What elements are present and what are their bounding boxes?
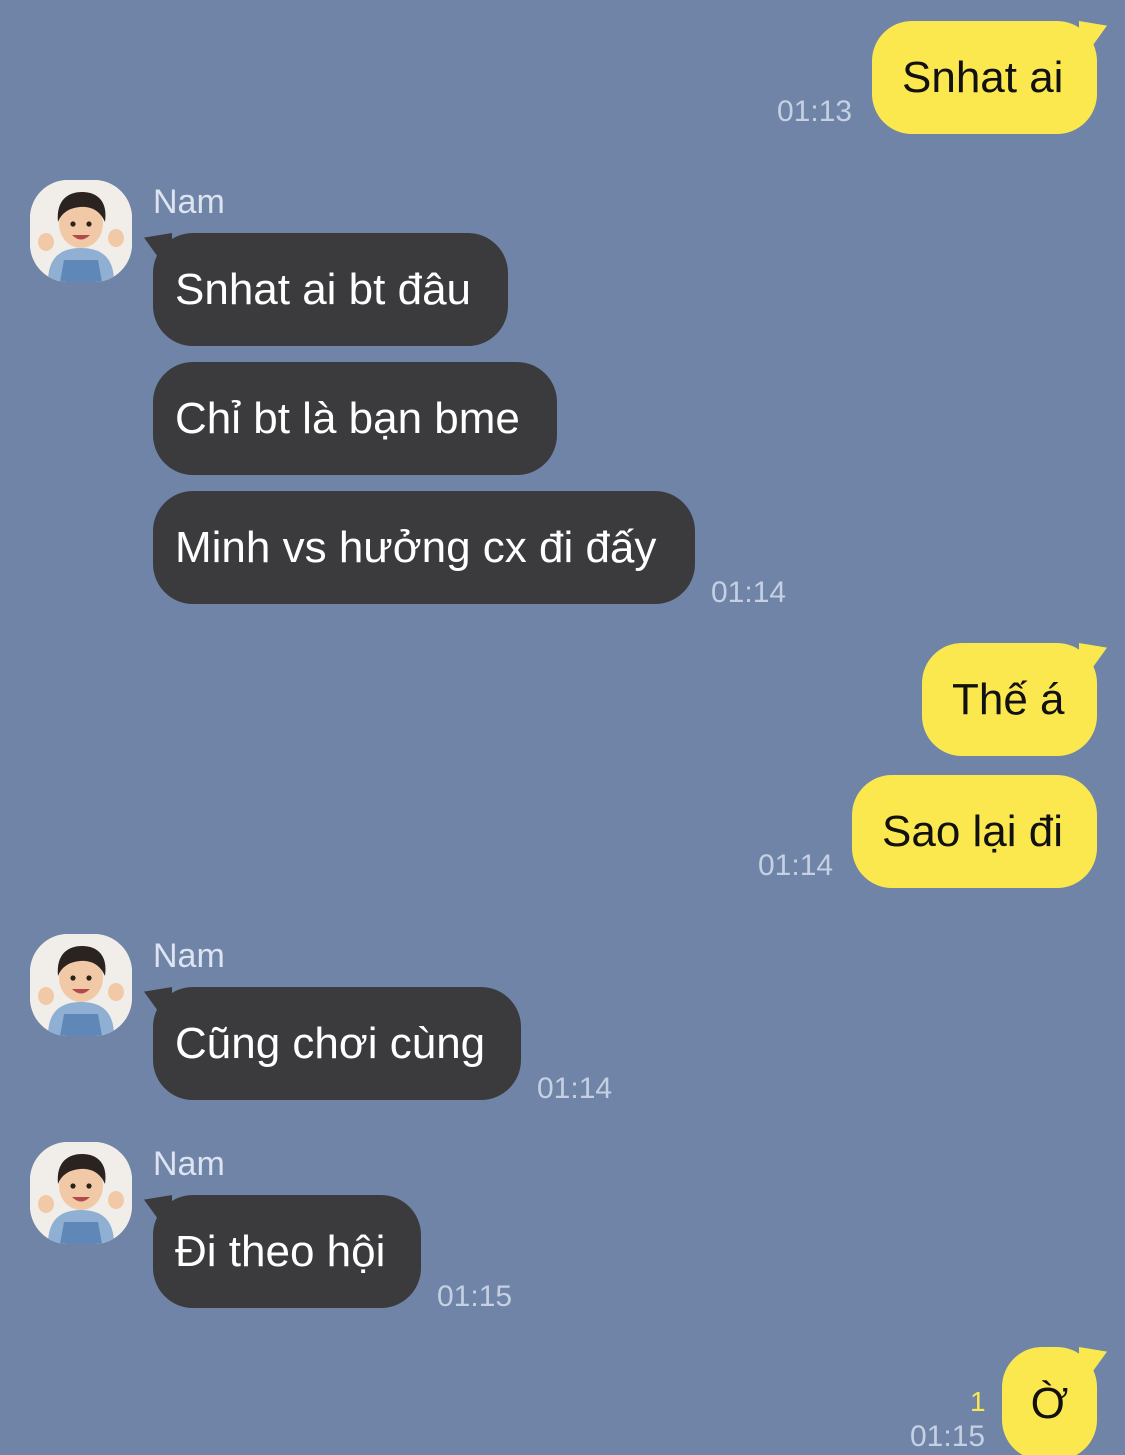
contact-avatar[interactable] (30, 934, 132, 1036)
sender-name: Nam (153, 1145, 225, 1183)
outgoing-message-bubble[interactable]: Snhat ai (872, 21, 1097, 134)
contact-avatar[interactable] (30, 1142, 132, 1244)
message-timestamp: 01:14 (711, 576, 787, 609)
child-avatar-icon (30, 934, 132, 1036)
unread-count: 1 (970, 1386, 986, 1417)
sender-name: Nam (153, 937, 225, 975)
chat-message-list[interactable]: 01:13 Snhat ai Nam Snhat ai bt đâu Chỉ b… (0, 0, 1125, 1455)
message-timestamp: 01:14 (537, 1072, 613, 1105)
outgoing-message-bubble[interactable]: Thế á (922, 643, 1097, 756)
message-timestamp: 01:13 (777, 95, 853, 128)
message-timestamp: 01:14 (758, 849, 834, 882)
sender-name: Nam (153, 183, 225, 221)
incoming-message-bubble[interactable]: Snhat ai bt đâu (153, 233, 508, 346)
child-avatar-icon (30, 1142, 132, 1244)
contact-avatar[interactable] (30, 180, 132, 282)
incoming-message-bubble[interactable]: Minh vs hưởng cx đi đấy (153, 491, 695, 604)
outgoing-message-bubble[interactable]: Sao lại đi (852, 775, 1097, 888)
outgoing-message-bubble[interactable]: Ờ (1002, 1347, 1097, 1455)
incoming-message-bubble[interactable]: Đi theo hội (153, 1195, 421, 1308)
message-timestamp: 01:15 (910, 1420, 986, 1453)
incoming-message-bubble[interactable]: Cũng chơi cùng (153, 987, 521, 1100)
message-timestamp: 01:15 (437, 1280, 513, 1313)
child-avatar-icon (30, 180, 132, 282)
incoming-message-bubble[interactable]: Chỉ bt là bạn bme (153, 362, 557, 475)
